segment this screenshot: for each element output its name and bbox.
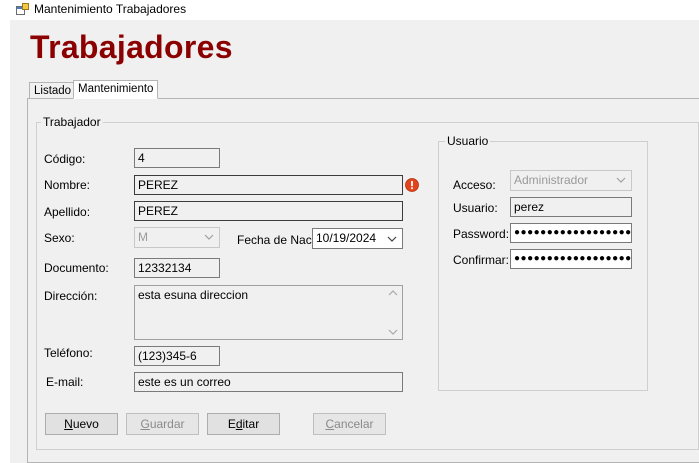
page-title: Trabajadores xyxy=(30,29,233,65)
cancelar-button[interactable]: Cancelar xyxy=(313,413,386,435)
sexo-combobox[interactable]: M xyxy=(134,227,220,248)
password-field[interactable]: ●●●●●●●●●●●●●●●●●●●● xyxy=(510,223,632,243)
nuevo-label: uevo xyxy=(72,417,99,431)
confirmar-mask: ●●●●●●●●●●●●●●●●●●●● xyxy=(514,253,632,264)
acceso-combobox[interactable]: Administrador xyxy=(510,170,632,191)
title-bar[interactable]: Mantenimiento Trabajadores xyxy=(0,0,699,20)
apellido-label: Apellido: xyxy=(44,205,91,219)
confirmar-field[interactable]: ●●●●●●●●●●●●●●●●●●●● xyxy=(510,249,632,269)
editar-prefix: E xyxy=(227,417,236,431)
documento-field[interactable]: 12332134 xyxy=(134,258,220,278)
chevron-down-icon xyxy=(387,236,397,242)
password-label: Password: xyxy=(453,227,510,241)
nuevo-mnemonic: N xyxy=(64,417,73,431)
cancelar-label: ancelar xyxy=(334,417,374,431)
fecha-nac-datepicker[interactable]: 10/19/2024 xyxy=(312,228,403,249)
confirmar-label: Confirmar: xyxy=(453,253,510,267)
direccion-value: esta esuna direccion xyxy=(138,288,249,302)
editar-label: itar xyxy=(242,417,260,431)
usuario-label: Usuario: xyxy=(453,201,498,215)
fecha-nac-value: 10/19/2024 xyxy=(316,231,377,245)
usuario-field[interactable]: perez xyxy=(510,197,632,217)
usuario-group-label: Usuario xyxy=(445,134,491,148)
app-window-icon xyxy=(16,3,29,15)
nombre-label: Nombre: xyxy=(44,178,91,192)
codigo-field[interactable]: 4 xyxy=(134,148,220,168)
sexo-value: M xyxy=(138,230,148,244)
direccion-textarea[interactable]: esta esuna direccion xyxy=(134,285,403,340)
nuevo-button[interactable]: Nuevo xyxy=(45,413,118,435)
guardar-label: uardar xyxy=(149,417,185,431)
codigo-label: Código: xyxy=(44,152,86,166)
scroll-up-icon[interactable] xyxy=(388,289,398,297)
vertical-scrollbar[interactable] xyxy=(385,286,402,339)
acceso-value: Administrador xyxy=(514,173,589,187)
tab-mantenimiento[interactable]: Mantenimiento xyxy=(73,80,159,99)
tab-label: Mantenimiento xyxy=(78,83,154,95)
telefono-label: Teléfono: xyxy=(44,346,93,360)
sexo-label: Sexo: xyxy=(44,231,75,245)
nombre-field[interactable]: PEREZ xyxy=(134,175,403,195)
tab-listado[interactable]: Listado xyxy=(29,82,77,99)
error-icon[interactable] xyxy=(405,178,419,192)
fecha-nac-label: Fecha de Nac: xyxy=(237,233,316,247)
telefono-field[interactable]: (123)345-6 xyxy=(134,346,220,366)
trabajador-group-label: Trabajador xyxy=(41,115,103,129)
documento-label: Documento: xyxy=(44,261,109,275)
apellido-field[interactable]: PEREZ xyxy=(134,201,403,221)
acceso-label: Acceso: xyxy=(453,178,496,192)
guardar-button[interactable]: Guardar xyxy=(126,413,199,435)
email-label: E-mail: xyxy=(46,375,84,389)
editar-button[interactable]: Ed itar xyxy=(207,413,280,435)
chevron-down-icon xyxy=(204,234,214,240)
email-field[interactable]: este es un correo xyxy=(134,372,403,392)
editar-mnemonic: d xyxy=(235,417,243,431)
tab-label: Listado xyxy=(34,85,72,97)
direccion-label: Dirección: xyxy=(44,289,98,303)
guardar-mnemonic: G xyxy=(140,417,150,431)
window-title: Mantenimiento Trabajadores xyxy=(34,2,187,16)
password-mask: ●●●●●●●●●●●●●●●●●●●● xyxy=(514,227,632,238)
chevron-down-icon xyxy=(616,177,626,183)
cancelar-mnemonic: C xyxy=(325,417,335,431)
scroll-down-icon[interactable] xyxy=(388,328,398,336)
